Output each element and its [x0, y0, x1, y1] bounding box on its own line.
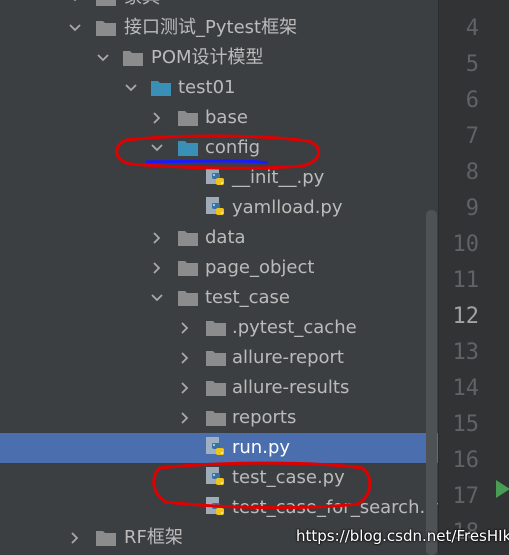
- tree-item-label: __init__.py: [232, 167, 325, 188]
- folder-icon: [95, 19, 117, 37]
- package-folder-icon: [177, 139, 199, 157]
- tree-item-label: .pytest_cache: [232, 317, 357, 338]
- folder-icon: [177, 289, 199, 307]
- tree-item-label: 家具: [124, 0, 160, 10]
- tree-item-run-py[interactable]: run.py: [0, 433, 438, 463]
- tree-item-yamlload-py[interactable]: yamlload.py: [0, 193, 438, 223]
- tree-item-label: RF框架: [124, 527, 183, 548]
- tree-item-接口测试-pytest框架[interactable]: 接口测试_Pytest框架: [0, 13, 438, 43]
- python-file-icon: [205, 197, 227, 215]
- chevron-right-icon[interactable]: [178, 373, 192, 403]
- python-file-icon: [205, 497, 227, 515]
- tree-item-label: 接口测试_Pytest框架: [124, 17, 298, 38]
- tree-item-label: POM设计模型: [151, 47, 264, 68]
- watermark-text: https://blog.csdn.net/FresHIkl: [296, 527, 509, 545]
- folder-icon: [177, 229, 199, 247]
- chevron-down-icon[interactable]: [96, 43, 110, 73]
- python-file-icon: [205, 467, 227, 485]
- folder-icon: [177, 259, 199, 277]
- tree-item-label: test_case_for_search.py: [232, 497, 438, 518]
- line-number: 7: [465, 124, 479, 149]
- tree-item-test01[interactable]: test01: [0, 73, 438, 103]
- python-file-icon: [205, 167, 227, 185]
- line-number: 14: [452, 376, 480, 401]
- tree-item-家具[interactable]: 家具: [0, 0, 438, 13]
- chevron-right-icon[interactable]: [150, 253, 164, 283]
- tree-scrollbar[interactable]: [426, 210, 437, 555]
- tree-item-label: data: [205, 227, 246, 248]
- folder-icon: [177, 109, 199, 127]
- tree-item-pytest-cache[interactable]: .pytest_cache: [0, 313, 438, 343]
- folder-icon: [205, 379, 227, 397]
- folder-icon: [205, 319, 227, 337]
- line-number: 12: [452, 304, 480, 329]
- chevron-right-icon[interactable]: [150, 223, 164, 253]
- line-number: 17: [452, 484, 480, 509]
- chevron-right-icon[interactable]: [178, 313, 192, 343]
- chevron-right-icon[interactable]: [178, 343, 192, 373]
- line-number: 3: [439, 0, 479, 8]
- line-number: 15: [452, 412, 480, 437]
- tree-item-label: test_case.py: [232, 467, 345, 488]
- tree-item-label: allure-results: [232, 377, 350, 398]
- package-folder-icon: [150, 79, 172, 97]
- folder-icon: [205, 349, 227, 367]
- chevron-right-icon[interactable]: [150, 103, 164, 133]
- folder-icon: [122, 49, 144, 67]
- tree-item-label: yamlload.py: [232, 197, 343, 218]
- tree-item-label: page_object: [205, 257, 315, 278]
- line-number: 10: [452, 232, 480, 257]
- tree-item-page-object[interactable]: page_object: [0, 253, 438, 283]
- tree-item-base[interactable]: base: [0, 103, 438, 133]
- tree-item-data[interactable]: data: [0, 223, 438, 253]
- tree-item-label: test01: [178, 77, 236, 98]
- line-number: 11: [452, 268, 480, 293]
- folder-icon: [205, 409, 227, 427]
- chevron-down-icon[interactable]: [68, 0, 82, 13]
- tree-item-label: config: [205, 137, 261, 158]
- chevron-right-icon[interactable]: [178, 403, 192, 433]
- line-number: 8: [465, 160, 479, 185]
- line-number: 9: [465, 196, 479, 221]
- chevron-right-icon[interactable]: [68, 523, 82, 553]
- folder-icon: [95, 0, 117, 7]
- tree-item-label: test_case: [205, 287, 290, 308]
- tree-item-test-case-for-search-py[interactable]: test_case_for_search.py: [0, 493, 438, 523]
- tree-item-allure-report[interactable]: allure-report: [0, 343, 438, 373]
- chevron-down-icon[interactable]: [68, 13, 82, 43]
- tree-item-label: allure-report: [232, 347, 344, 368]
- tree-item-label: base: [205, 107, 248, 128]
- tree-item-label: run.py: [232, 437, 291, 458]
- run-gutter-icon[interactable]: [496, 478, 509, 500]
- line-number: 16: [452, 448, 480, 473]
- chevron-down-icon[interactable]: [150, 283, 164, 313]
- tree-item-test-case[interactable]: test_case: [0, 283, 438, 313]
- tree-item-init-py[interactable]: __init__.py: [0, 163, 438, 193]
- chevron-down-icon[interactable]: [150, 133, 164, 163]
- line-number: 4: [465, 16, 479, 41]
- folder-icon: [95, 529, 117, 547]
- tree-item-reports[interactable]: reports: [0, 403, 438, 433]
- line-number: 5: [465, 52, 479, 77]
- tree-item-test-case-py[interactable]: test_case.py: [0, 463, 438, 493]
- python-file-icon: [205, 437, 227, 455]
- chevron-down-icon[interactable]: [124, 73, 138, 103]
- tree-item-pom设计模型[interactable]: POM设计模型: [0, 43, 438, 73]
- line-number: 6: [465, 88, 479, 113]
- tree-item-config[interactable]: config: [0, 133, 438, 163]
- line-number: 13: [452, 340, 480, 365]
- project-tree[interactable]: 家具接口测试_Pytest框架 POM设计模型 test01 base config __…: [0, 0, 438, 555]
- editor-gutter: 3456789101112131415161718: [438, 0, 509, 555]
- tree-item-label: reports: [232, 407, 297, 428]
- tree-item-allure-results[interactable]: allure-results: [0, 373, 438, 403]
